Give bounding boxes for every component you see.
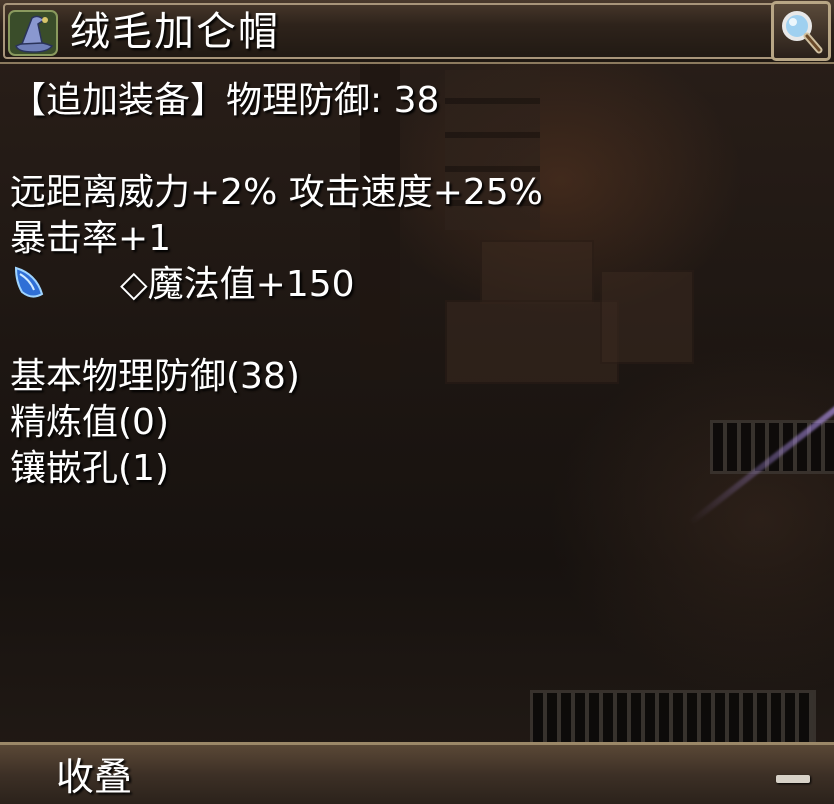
collapse-bar[interactable]: 收叠	[0, 742, 834, 804]
stat-line: 远距离威力+2% 攻击速度+25%	[10, 172, 543, 213]
sockets-line: 镶嵌孔(1)	[10, 448, 169, 489]
magnifier-icon	[782, 11, 823, 54]
gem-stat-line: ◇魔法值+150	[10, 262, 830, 308]
base-defense-line: 基本物理防御(38)	[10, 356, 300, 397]
blue-gem-icon	[10, 264, 50, 304]
item-name: 绒毛加仑帽	[70, 9, 280, 55]
refine-line: 精炼值(0)	[10, 402, 169, 443]
gem-stat-text: ◇魔法值+150	[120, 264, 355, 305]
floor-grate	[530, 690, 816, 746]
wizard-hat-icon	[8, 10, 58, 56]
item-title-bar: 绒毛加仑帽	[0, 0, 834, 64]
collapse-label[interactable]: 收叠	[56, 751, 132, 803]
minus-icon[interactable]	[776, 775, 810, 783]
item-details: 【追加装备】物理防御: 38 远距离威力+2% 攻击速度+25% 暴击率+1 ◇…	[10, 78, 830, 492]
stat-line: 暴击率+1	[10, 218, 172, 259]
additional-equip-line: 【追加装备】物理防御: 38	[10, 80, 440, 121]
magnifier-button[interactable]	[771, 1, 831, 61]
